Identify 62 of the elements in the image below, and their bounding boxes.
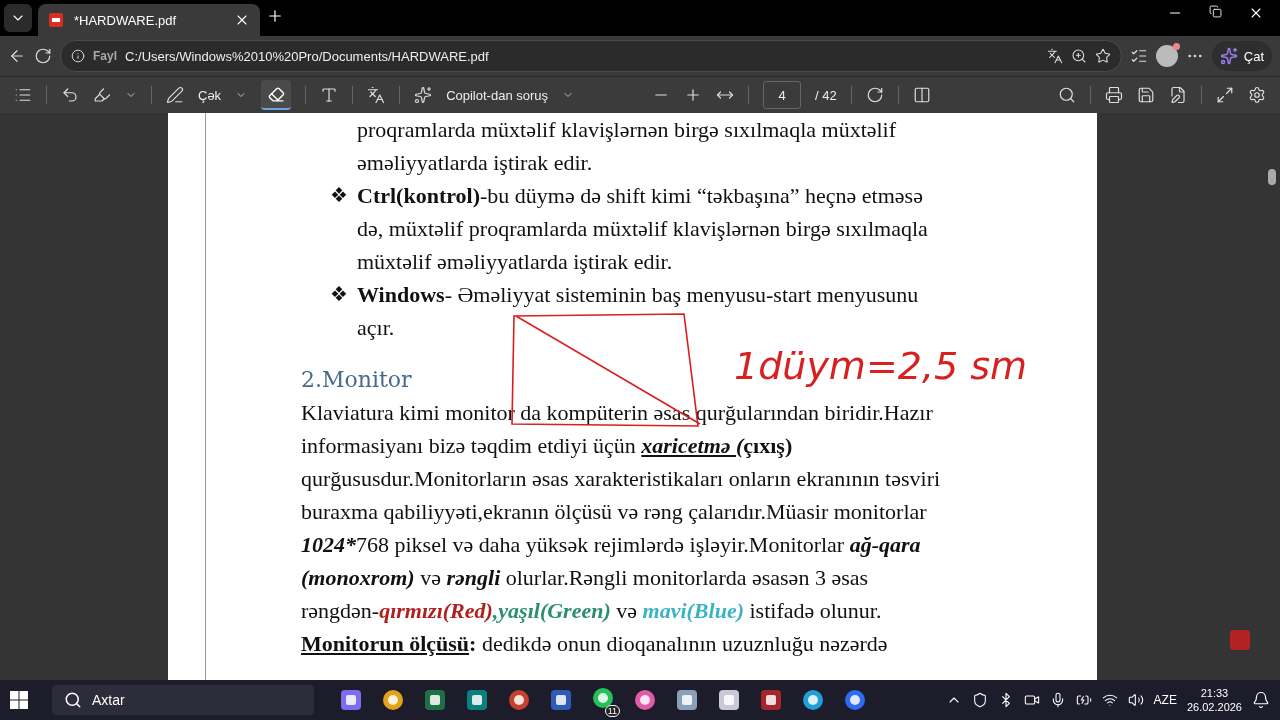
highlighter-icon[interactable]: [93, 86, 111, 104]
eraser-button[interactable]: [261, 80, 292, 110]
zoom-icon[interactable]: [1070, 48, 1087, 64]
rotate-icon[interactable]: [865, 86, 884, 104]
copilot-icon[interactable]: [414, 86, 433, 104]
tab-actions-button[interactable]: [4, 4, 32, 32]
translate-icon[interactable]: [367, 86, 386, 104]
handwritten-note: 1düym=2,5 sm: [734, 347, 1028, 385]
bullet-text: Ctrl(kontrol)-bu düymə də shift kimi “təkbaşına” heçnə etməsə də, müxtəlif proqramlarda müxtəlif klavişlərnən birgə sıxılmaqla müxtəlif əməliyyatlarda iştirak edir.: [357, 182, 928, 276]
star-icon[interactable]: [1094, 48, 1111, 64]
back-icon[interactable]: [8, 47, 26, 65]
search-icon[interactable]: [1058, 86, 1076, 104]
bullet-mark: ❖: [330, 183, 349, 208]
page-view-icon[interactable]: [912, 86, 931, 104]
security-icon[interactable]: [971, 692, 988, 708]
undo-icon[interactable]: [61, 86, 79, 104]
search-placeholder: Axtar: [92, 692, 125, 708]
ask-copilot-label[interactable]: Copilot-dan soruş: [446, 87, 548, 103]
url-text: C:/Users/Windows%2010%20Pro/Documents/HARDWARE.pdf: [125, 48, 490, 64]
zoom-in-icon[interactable]: [684, 86, 702, 104]
bullet-mark: ❖: [330, 282, 349, 307]
copilot-icon: [1219, 47, 1238, 65]
draw-icon[interactable]: [166, 86, 184, 104]
eraser-icon: [267, 85, 285, 103]
paragraph: proqramlarda müxtəlif klavişlərnən birgə sıxılmaqla müxtəlif əməliyyatlarda iştirak edir.: [356, 116, 898, 177]
reload-icon[interactable]: [34, 47, 52, 65]
print-icon[interactable]: [1105, 86, 1123, 104]
page-number-field[interactable]: 4: [763, 81, 801, 109]
battery-icon[interactable]: [1075, 692, 1092, 708]
fullscreen-icon[interactable]: [1216, 86, 1234, 104]
wifi-icon[interactable]: [1101, 692, 1118, 708]
notification-badge: 11: [604, 705, 620, 717]
read-aloud-icon[interactable]: [320, 86, 339, 104]
profile-avatar[interactable]: [1155, 45, 1178, 67]
draw-label[interactable]: Çək: [198, 87, 222, 103]
contents-icon[interactable]: [14, 86, 32, 104]
restore-icon[interactable]: [1209, 5, 1222, 18]
pdf-file-icon: [48, 12, 64, 28]
settings-icon[interactable]: [1248, 86, 1266, 104]
translate-icon[interactable]: [1046, 48, 1063, 64]
search-icon: [64, 691, 82, 709]
search-field[interactable]: Axtar: [52, 685, 314, 715]
volume-icon[interactable]: [1127, 692, 1144, 708]
copilot-button[interactable]: Çat: [1211, 41, 1272, 71]
file-label: Fayl: [93, 49, 117, 63]
address-field[interactable]: Fayl C:/Users/Windows%2010%20Pro/Documents/HARDWARE.pdf: [60, 40, 1122, 72]
browser-tab[interactable]: *HARDWARE.pdf: [38, 4, 260, 36]
language-indicator[interactable]: AZE: [1153, 693, 1177, 707]
info-icon: [71, 49, 85, 63]
favorites-icon[interactable]: [1129, 47, 1148, 65]
save-icon[interactable]: [1137, 86, 1155, 104]
camera-icon[interactable]: [1023, 692, 1040, 708]
page-total: / 42: [815, 87, 837, 103]
tab-title: *HARDWARE.pdf: [74, 12, 178, 28]
scrollbar-thumb[interactable]: [1268, 169, 1276, 185]
clock[interactable]: 21:33 26.02.2026: [1186, 686, 1242, 714]
bullet-text: Windows- Əməliyyat sisteminin baş menyusu-start menyusunu açır.: [357, 281, 919, 342]
notification-icon[interactable]: [1252, 691, 1270, 709]
new-tab-icon[interactable]: [266, 7, 284, 25]
start-icon[interactable]: [10, 691, 28, 709]
save-as-icon[interactable]: [1169, 86, 1187, 104]
section-heading: 2.Monitor: [301, 366, 412, 394]
